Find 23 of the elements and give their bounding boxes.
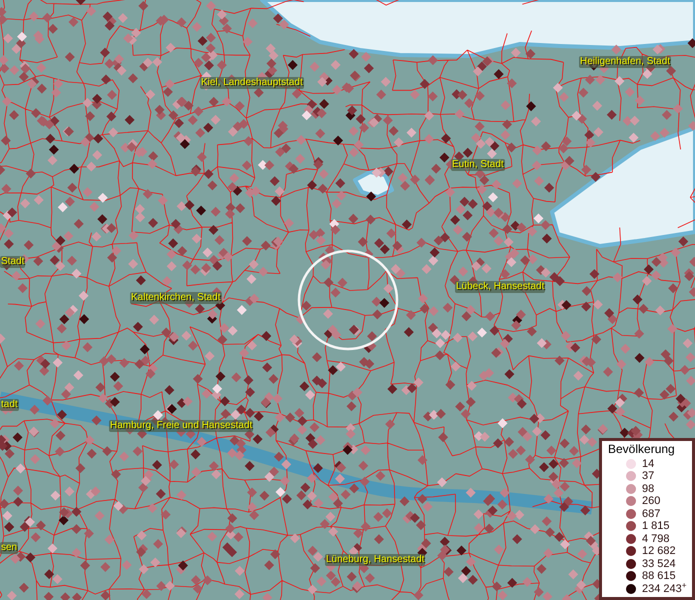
place-label: Eutin, Stadt (451, 159, 505, 171)
legend-value: 260 (642, 495, 660, 508)
legend-value: 4 798 (642, 532, 670, 545)
place-label: Stadt (0, 256, 26, 268)
selection-circle-icon[interactable] (298, 250, 398, 350)
legend-value: 234 243$^{+}$ (642, 582, 687, 595)
legend-value: 14 (642, 458, 654, 470)
place-label: Hamburg, Freie und Hansestadt (109, 420, 254, 432)
place-label: Kaltenkirchen, Stadt (130, 292, 222, 304)
legend-title: Bevölkerung (608, 442, 676, 456)
legend-value: 33 524 (642, 558, 676, 570)
place-label: Kiel, Landeshauptstadt (200, 77, 304, 89)
place-label: sen (0, 542, 18, 554)
place-label: Lüneburg, Hansestadt (325, 554, 426, 566)
legend-value: 12 682 (642, 545, 676, 558)
place-label: tadt (0, 399, 19, 411)
legend-value: 37 (642, 470, 654, 482)
legend-value: 88 615 (642, 570, 676, 582)
legend-value: 1 815 (642, 520, 670, 532)
legend-value: 98 (642, 482, 654, 495)
place-label: Heiligenhafen, Stadt (579, 56, 672, 68)
legend-value: 687 (642, 508, 660, 520)
place-label: Lübeck, Hansestadt (455, 281, 546, 293)
